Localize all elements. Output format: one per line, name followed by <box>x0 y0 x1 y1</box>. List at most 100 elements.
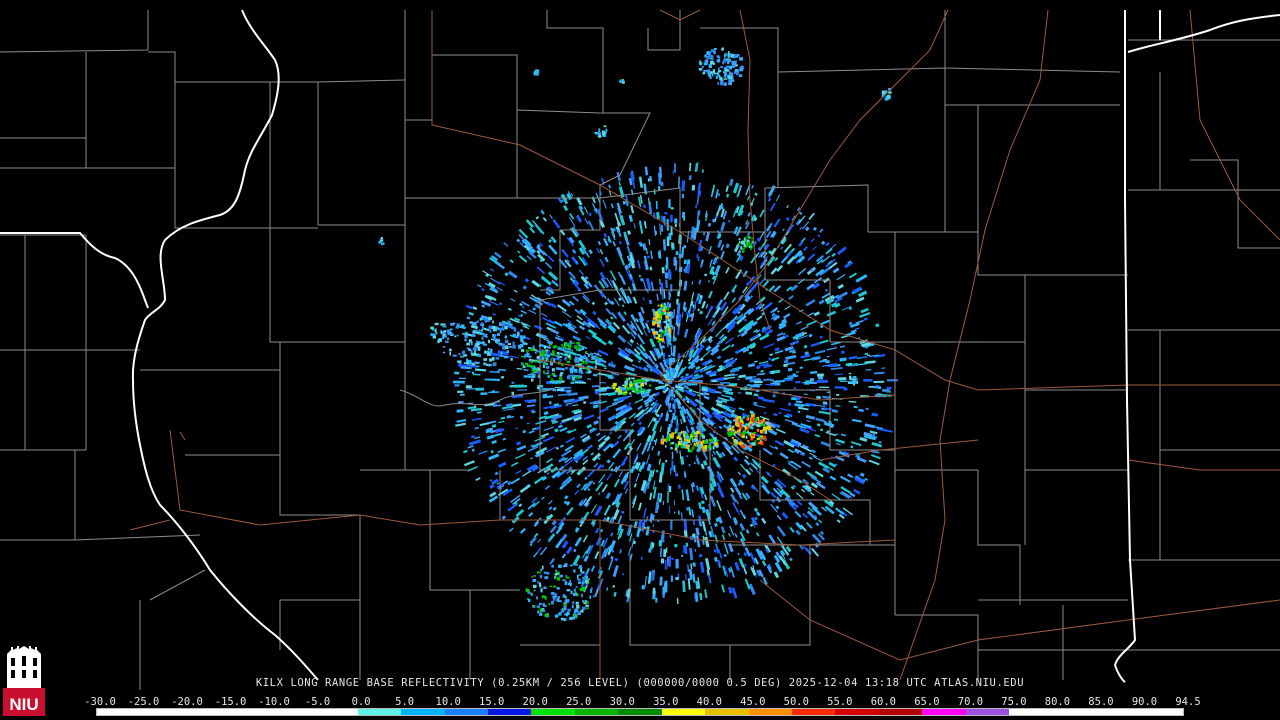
echo-streak <box>672 345 676 357</box>
echo-streak <box>479 421 491 427</box>
county-line <box>74 534 201 541</box>
echo-streak <box>559 199 564 204</box>
echo-cell <box>504 339 509 343</box>
echo-streak <box>611 279 619 290</box>
echo-cell <box>653 321 656 324</box>
echo-cell <box>713 47 717 50</box>
county-line <box>629 470 710 521</box>
echo-streak <box>545 463 554 470</box>
echo-streak <box>704 494 708 501</box>
echo-streak <box>811 429 817 432</box>
echo-streak <box>601 484 608 493</box>
echo-cell <box>548 603 551 606</box>
echo-cell <box>539 602 542 605</box>
echo-streak <box>659 426 663 432</box>
echo-streak <box>510 298 516 302</box>
echo-streak <box>603 237 609 247</box>
echo-cell <box>666 324 670 328</box>
colorbar-segment <box>618 709 662 715</box>
echo-streak <box>695 365 701 371</box>
echo-streak <box>820 319 830 326</box>
echo-streak <box>612 241 616 247</box>
echo-streak <box>491 478 499 485</box>
echo-streak <box>797 410 801 413</box>
echo-cell <box>492 356 495 361</box>
echo-streak <box>800 325 809 331</box>
echo-streak <box>646 434 652 443</box>
echo-cell <box>578 565 582 569</box>
echo-cell <box>853 380 858 384</box>
echo-cell <box>518 345 522 349</box>
echo-streak <box>460 366 472 370</box>
echo-cell <box>716 55 720 58</box>
echo-streak <box>744 492 751 499</box>
echo-streak <box>720 208 725 218</box>
echo-cell <box>747 440 750 442</box>
echo-streak <box>726 510 732 519</box>
echo-cell <box>743 430 746 435</box>
echo-cell <box>665 307 669 311</box>
echo-streak <box>623 364 636 372</box>
echo-streak <box>645 323 650 330</box>
echo-cell <box>581 584 584 587</box>
echo-streak <box>855 319 864 325</box>
echo-streak <box>799 226 803 230</box>
echo-cell <box>488 351 490 355</box>
echo-streak <box>734 486 742 496</box>
echo-cell <box>454 335 457 338</box>
county-line <box>629 555 731 680</box>
echo-cell <box>738 238 741 241</box>
echo-streak <box>697 210 701 216</box>
echo-cell <box>631 390 635 393</box>
echo-cell <box>483 343 487 346</box>
echo-cell <box>556 587 560 590</box>
echo-streak <box>612 584 616 588</box>
echo-cell <box>578 574 582 576</box>
echo-cell <box>699 60 701 65</box>
echo-streak <box>519 303 523 307</box>
echo-cell <box>848 380 852 383</box>
echo-streak <box>831 341 841 346</box>
echo-cell <box>534 349 538 352</box>
echo-cell <box>512 344 516 349</box>
echo-streak <box>466 316 471 320</box>
echo-streak <box>771 312 776 317</box>
echo-streak <box>729 368 740 373</box>
echo-cell <box>681 430 683 434</box>
echo-cell <box>487 348 490 351</box>
echo-streak <box>586 423 593 429</box>
echo-cell <box>528 598 531 603</box>
echo-streak <box>692 227 698 240</box>
echo-cell <box>581 360 584 364</box>
echo-streak <box>715 543 719 550</box>
echo-streak <box>627 402 632 406</box>
echo-streak <box>511 403 522 407</box>
echo-cell <box>449 328 453 331</box>
echo-cell <box>450 333 454 336</box>
echo-cell <box>733 71 737 74</box>
echo-streak <box>474 426 479 430</box>
echo-cell <box>489 330 492 333</box>
echo-cell <box>585 351 588 353</box>
echo-streak <box>641 585 646 590</box>
echo-cell <box>569 564 573 567</box>
echo-streak <box>848 355 858 360</box>
echo-streak <box>529 536 537 545</box>
echo-streak <box>751 184 754 189</box>
echo-streak <box>723 387 733 392</box>
echo-cell <box>579 357 582 362</box>
echo-cell <box>696 430 700 435</box>
echo-streak <box>540 209 545 215</box>
echo-cell <box>666 333 669 336</box>
echo-streak <box>815 417 825 423</box>
echo-streak <box>576 315 583 321</box>
echo-streak <box>595 481 604 492</box>
colorbar-segment <box>531 709 575 715</box>
echo-streak <box>815 522 820 527</box>
echo-cell <box>381 243 383 246</box>
echo-cell <box>747 414 750 419</box>
echo-cell <box>558 612 562 616</box>
echo-streak <box>784 334 789 339</box>
echo-cell <box>541 352 544 356</box>
echo-streak <box>701 506 706 514</box>
